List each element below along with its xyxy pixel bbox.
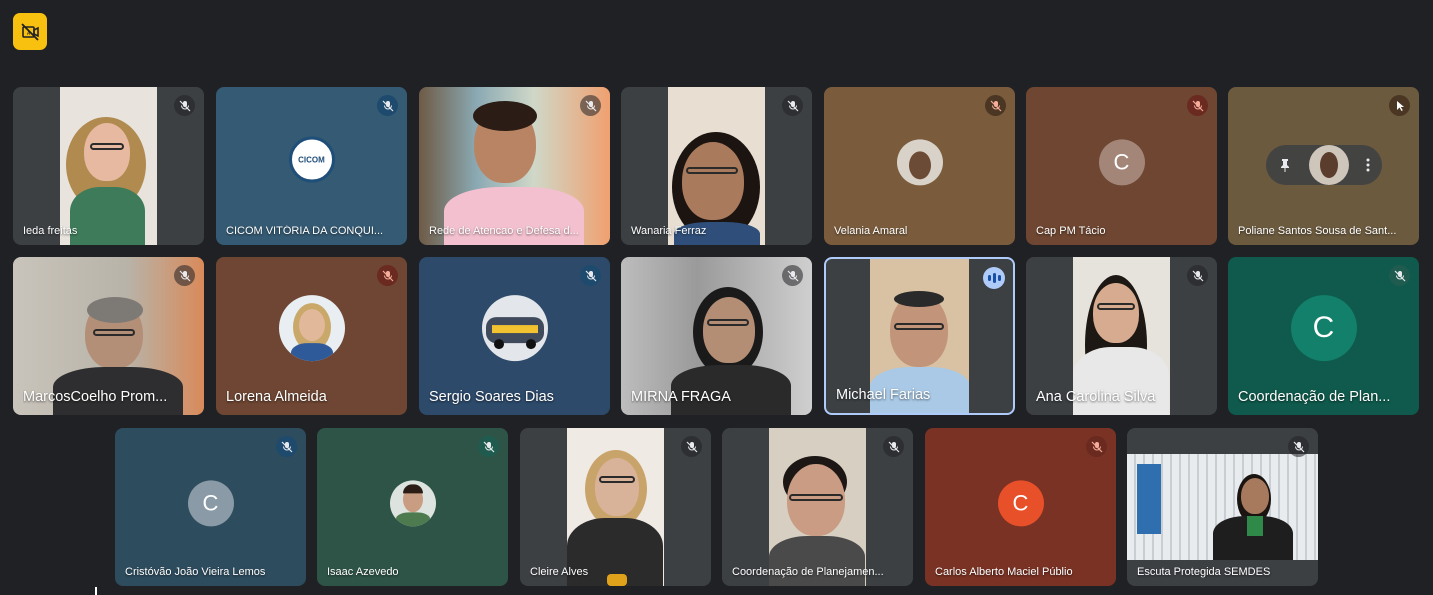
avatar (1309, 145, 1349, 185)
participant-name: Cap PM Tácio (1036, 225, 1106, 237)
participant-name: Cleire Alves (530, 566, 589, 578)
mic-muted-icon (1389, 95, 1410, 116)
participant-tile[interactable]: CICOM CICOM VITÓRIA DA CONQUI... (216, 87, 407, 245)
participant-name: Cristóvão João Vieira Lemos (125, 566, 266, 578)
participant-tile[interactable]: Ana Carolina Silva (1026, 257, 1217, 415)
avatar (896, 139, 943, 186)
participant-tile[interactable]: Ieda freitas (13, 87, 204, 245)
participant-name: MarcosCoelho Prom... (23, 389, 168, 405)
participant-video (668, 87, 765, 245)
avatar-initial: C (1012, 490, 1029, 516)
participant-tile[interactable]: MarcosCoelho Prom... (13, 257, 204, 415)
participant-tile[interactable]: C Cristóvão João Vieira Lemos (115, 428, 306, 586)
mic-muted-icon (276, 436, 297, 457)
participant-name: Coordenação de Planejamen... (732, 566, 884, 578)
participant-name: Coordenação de Plan... (1238, 389, 1391, 405)
mic-muted-icon (681, 436, 702, 457)
participant-name: Wanaria Ferraz (631, 225, 707, 237)
participant-tile[interactable]: Wanaria Ferraz (621, 87, 812, 245)
mic-muted-icon (478, 436, 499, 457)
participant-name: MIRNA FRAGA (631, 389, 731, 405)
participant-tile[interactable]: Escuta Protegida SEMDES (1127, 428, 1318, 586)
participant-tile[interactable]: C Cap PM Tácio (1026, 87, 1217, 245)
participant-video (567, 428, 664, 586)
avatar: C (1098, 139, 1145, 186)
participant-tile[interactable]: Velania Amaral (824, 87, 1015, 245)
tile-hover-controls (1266, 145, 1382, 185)
participant-tile[interactable]: MIRNA FRAGA (621, 257, 812, 415)
avatar: C (1290, 295, 1357, 362)
participant-name: Poliane Santos Sousa de Sant... (1238, 225, 1397, 237)
mic-muted-icon (1389, 265, 1410, 286)
mic-muted-icon (1288, 436, 1309, 457)
speaking-indicator-icon (983, 267, 1005, 289)
participant-name: Carlos Alberto Maciel Públio (935, 566, 1073, 578)
mic-muted-icon (174, 265, 195, 286)
participant-tile[interactable]: C Carlos Alberto Maciel Públio (925, 428, 1116, 586)
participant-tile-active-speaker[interactable]: Michael Farias (824, 257, 1015, 415)
mic-muted-icon (377, 265, 398, 286)
mic-muted-icon (580, 95, 601, 116)
no-video-badge[interactable]: A (13, 13, 47, 50)
participant-video (769, 428, 866, 586)
text-cursor (95, 587, 97, 595)
mic-muted-icon (1187, 95, 1208, 116)
avatar: C (187, 480, 234, 527)
avatar (389, 480, 436, 527)
participant-tile[interactable]: Rede de Atencao e Defesa d... (419, 87, 610, 245)
participant-tile[interactable]: Poliane Santos Sousa de Sant... (1228, 87, 1419, 245)
mic-muted-icon (174, 95, 195, 116)
participant-video (60, 87, 157, 245)
avatar: C (997, 480, 1044, 527)
participant-tile[interactable]: Cleire Alves (520, 428, 711, 586)
participant-name: Sergio Soares Dias (429, 389, 554, 405)
participant-name: Isaac Azevedo (327, 566, 399, 578)
avatar (278, 295, 345, 362)
participant-tile[interactable]: Isaac Azevedo (317, 428, 508, 586)
participant-tile[interactable]: C Coordenação de Plan... (1228, 257, 1419, 415)
mic-muted-icon (782, 265, 803, 286)
mic-muted-icon (782, 95, 803, 116)
participant-tile[interactable]: Sergio Soares Dias (419, 257, 610, 415)
more-options-icon[interactable] (1366, 158, 1370, 172)
participant-name: Velania Amaral (834, 225, 908, 237)
mic-muted-icon (377, 95, 398, 116)
avatar-initial: C (202, 490, 219, 516)
mic-muted-icon (580, 265, 601, 286)
participant-tile[interactable]: Lorena Almeida (216, 257, 407, 415)
avatar (481, 295, 548, 362)
participant-video (1127, 454, 1318, 560)
avatar-initial: C (1312, 311, 1335, 345)
participant-name: Lorena Almeida (226, 389, 327, 405)
mic-muted-icon (985, 95, 1006, 116)
mic-muted-icon (1187, 265, 1208, 286)
pin-icon[interactable] (1278, 158, 1292, 172)
avatar-initial: C (1113, 149, 1130, 175)
participant-name: Escuta Protegida SEMDES (1137, 566, 1271, 578)
participant-name: Michael Farias (836, 387, 931, 403)
participant-tile[interactable]: Coordenação de Planejamen... (722, 428, 913, 586)
cicom-logo-text: CICOM (298, 155, 325, 165)
avatar: CICOM (288, 136, 335, 183)
participant-name: Rede de Atencao e Defesa d... (429, 225, 579, 237)
no-video-camera-icon: A (21, 22, 39, 41)
mic-muted-icon (883, 436, 904, 457)
mic-muted-icon (1086, 436, 1107, 457)
participant-name: CICOM VITÓRIA DA CONQUI... (226, 225, 384, 237)
participant-name: Ana Carolina Silva (1036, 389, 1156, 405)
participant-name: Ieda freitas (23, 225, 78, 237)
